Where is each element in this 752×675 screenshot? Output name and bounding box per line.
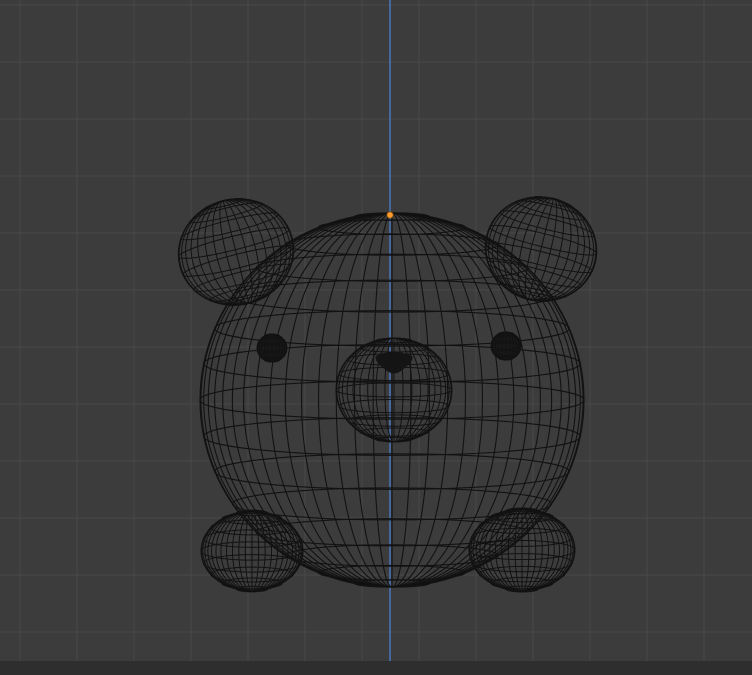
viewport-canvas[interactable] [0, 0, 752, 675]
viewport-background [0, 0, 752, 675]
bottom-editor-strip [0, 661, 752, 675]
foot-left-wireframe [200, 509, 304, 593]
eye-right-wireframe [490, 331, 522, 361]
3d-viewport[interactable] [0, 0, 752, 675]
object-origin-point[interactable] [386, 211, 394, 219]
eye-left-wireframe [256, 333, 288, 363]
foot-right-wireframe [468, 507, 576, 593]
